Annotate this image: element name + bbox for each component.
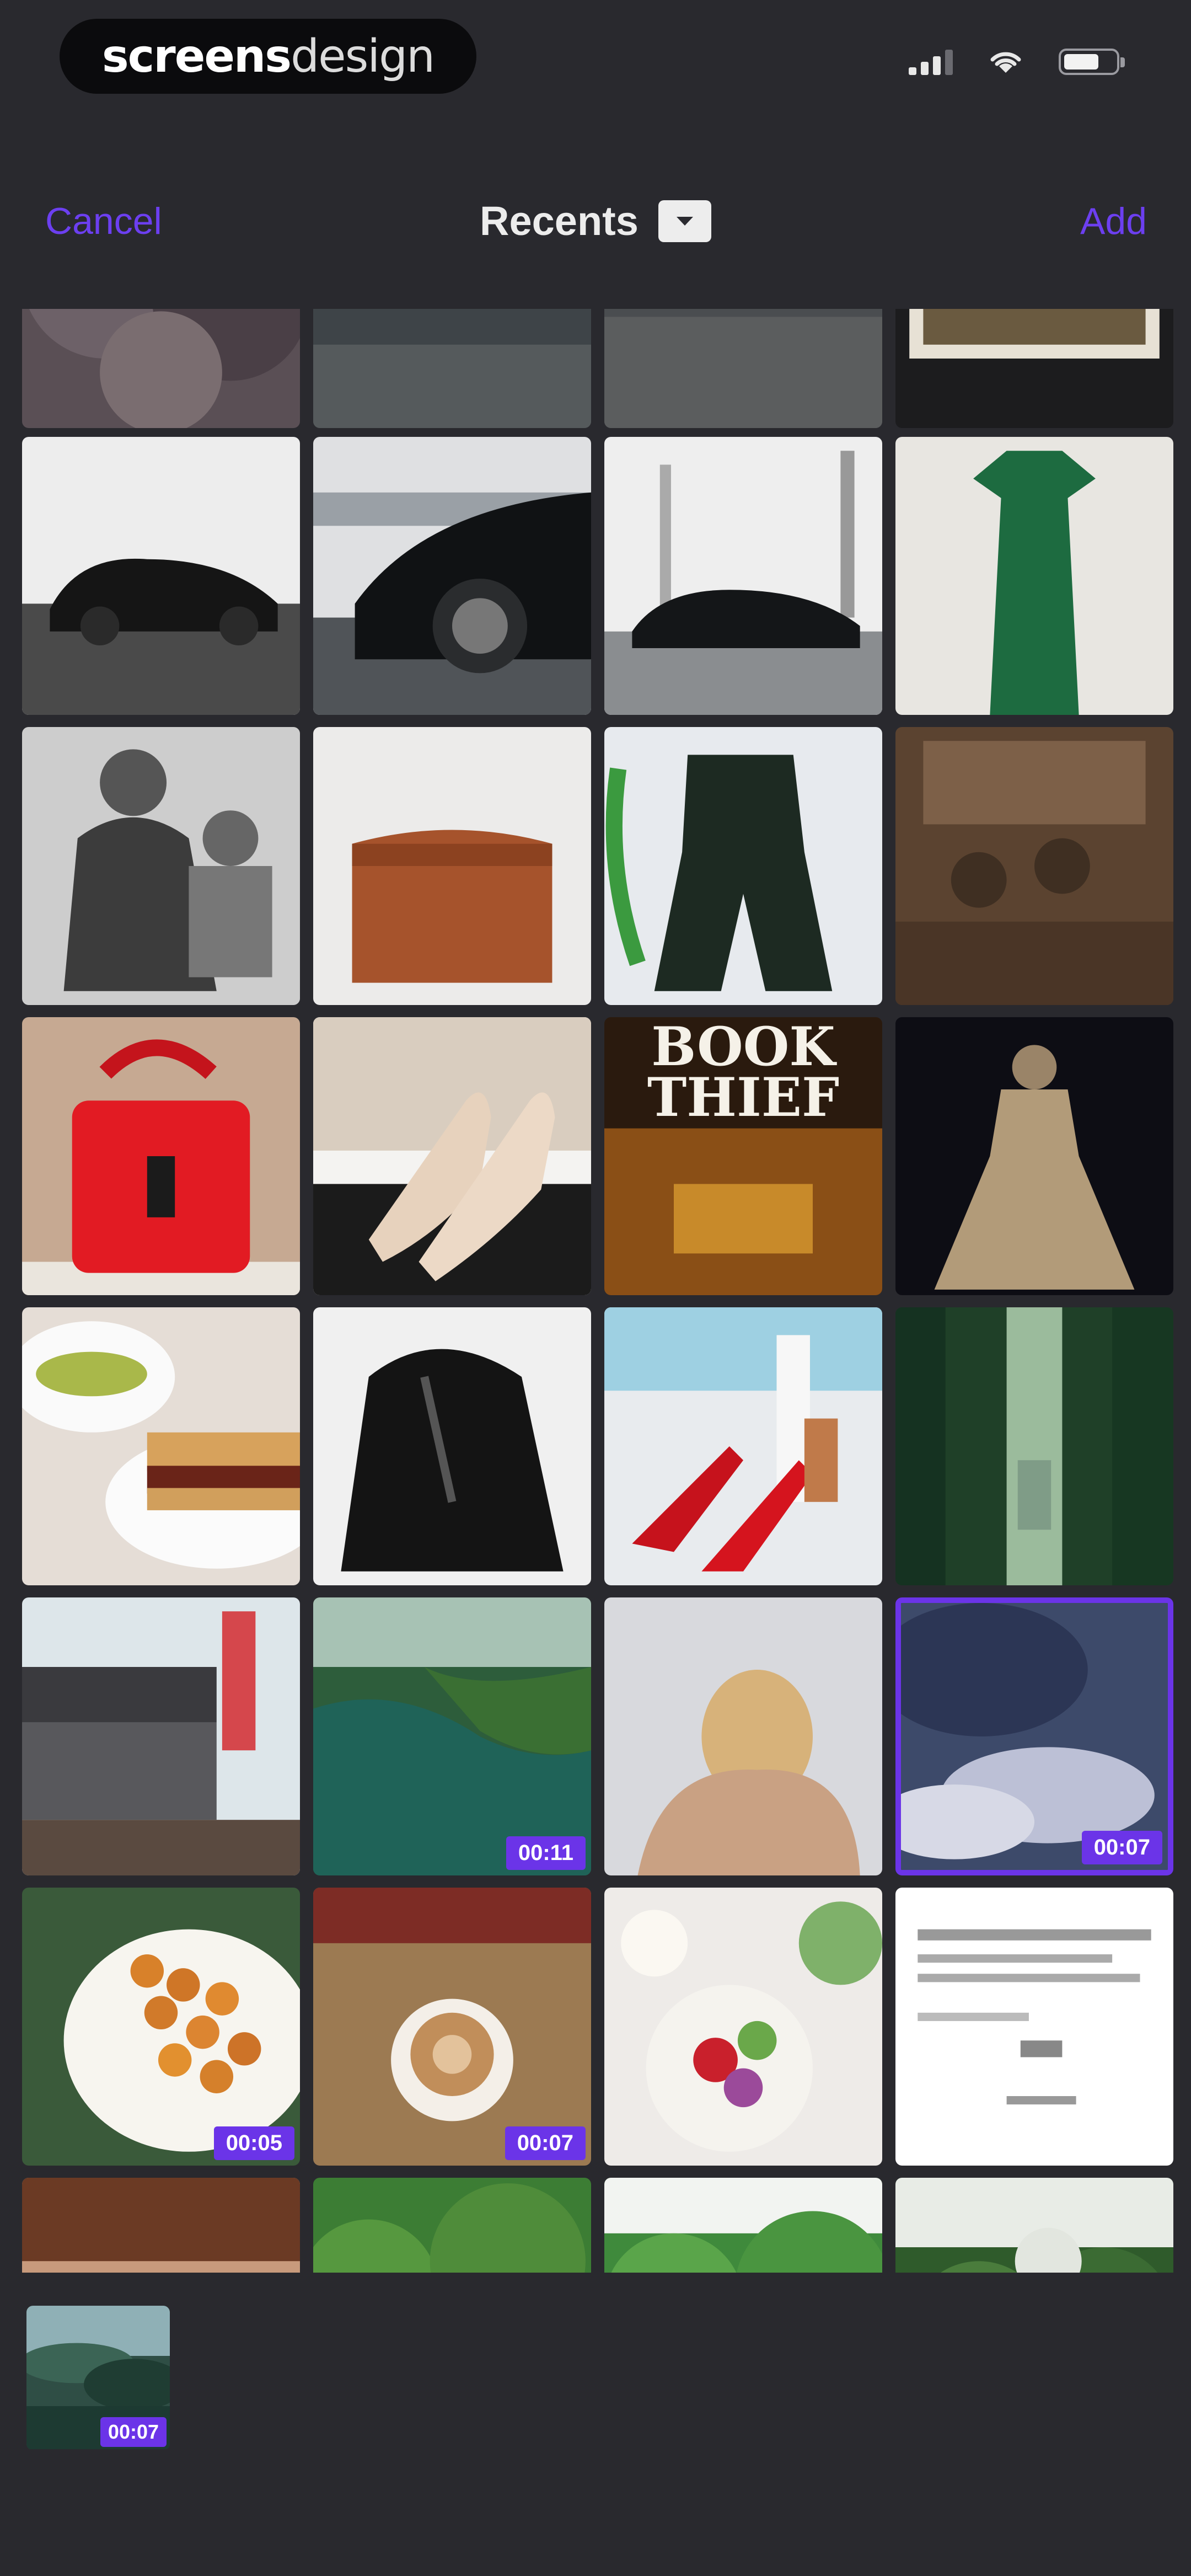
thumbnail-image bbox=[313, 727, 591, 1005]
thumbnail-image bbox=[604, 437, 882, 715]
thumbnail-image bbox=[313, 1888, 591, 2166]
cover-title-line: BOOK bbox=[651, 1017, 835, 1078]
photo-thumbnail[interactable] bbox=[22, 1307, 300, 1585]
photo-thumbnail[interactable] bbox=[22, 2178, 300, 2273]
thumbnail-image bbox=[895, 2178, 1173, 2273]
photo-thumbnail[interactable] bbox=[22, 309, 300, 428]
thumbnail-image bbox=[604, 309, 882, 428]
video-duration-badge: 00:05 bbox=[213, 2126, 294, 2160]
photo-thumbnail[interactable] bbox=[22, 437, 300, 715]
chevron-down-icon[interactable] bbox=[658, 200, 711, 242]
video-duration-badge: 00:07 bbox=[505, 2126, 586, 2160]
thumbnail-image bbox=[895, 1307, 1173, 1585]
video-duration-badge: 00:11 bbox=[506, 1836, 586, 1870]
photo-thumbnail[interactable] bbox=[313, 1307, 591, 1585]
thumbnail-image bbox=[22, 1888, 300, 2166]
thumbnail-image bbox=[895, 727, 1173, 1005]
nav-bar: Cancel Recents Add bbox=[0, 165, 1191, 281]
thumbnail-image bbox=[22, 1597, 300, 1875]
thumbnail-image bbox=[313, 1017, 591, 1295]
thumbnail-image bbox=[604, 1888, 882, 2166]
brand-text: screensdesign bbox=[101, 30, 435, 83]
photo-thumbnail[interactable]: BOOK THIEF bbox=[604, 1017, 882, 1295]
thumbnail-image bbox=[895, 437, 1173, 715]
thumbnail-image bbox=[22, 437, 300, 715]
cover-title-text: BOOK THIEF bbox=[604, 1017, 882, 1129]
photo-thumbnail[interactable] bbox=[604, 727, 882, 1005]
photo-thumbnail[interactable]: 00:11 bbox=[313, 1597, 591, 1875]
thumbnail-image bbox=[22, 1017, 300, 1295]
photo-thumbnail[interactable] bbox=[22, 1017, 300, 1295]
thumbnail-image bbox=[895, 1017, 1173, 1295]
album-selector[interactable]: Recents bbox=[0, 197, 1191, 244]
photo-thumbnail[interactable] bbox=[313, 437, 591, 715]
photo-thumbnail[interactable]: 00:05 bbox=[22, 1888, 300, 2166]
photo-thumbnail[interactable] bbox=[604, 437, 882, 715]
thumbnail-image bbox=[604, 2178, 882, 2273]
thumbnail-image bbox=[901, 1603, 1168, 1870]
thumbnail-image bbox=[895, 1888, 1173, 2166]
photo-thumbnail[interactable] bbox=[22, 727, 300, 1005]
thumbnail-image bbox=[604, 1307, 882, 1585]
photo-thumbnail[interactable] bbox=[22, 1597, 300, 1875]
thumbnail-image bbox=[895, 309, 1173, 428]
photo-picker-screen: screensdesign Cancel Recents Add BOOK THI… bbox=[0, 0, 1191, 2576]
photo-thumbnail[interactable] bbox=[313, 2178, 591, 2273]
photo-thumbnail[interactable] bbox=[604, 2178, 882, 2273]
thumbnail-image bbox=[313, 1597, 591, 1875]
status-icons bbox=[909, 49, 1125, 75]
photo-thumbnail[interactable]: 00:07 bbox=[895, 1597, 1173, 1875]
photo-thumbnail[interactable] bbox=[313, 309, 591, 428]
photo-thumbnail[interactable]: 00:07 bbox=[313, 1888, 591, 2166]
photo-thumbnail[interactable] bbox=[604, 309, 882, 428]
battery-icon bbox=[1059, 49, 1125, 75]
photo-thumbnail[interactable] bbox=[895, 437, 1173, 715]
status-bar: screensdesign bbox=[0, 0, 1191, 132]
add-button[interactable]: Add bbox=[1080, 200, 1147, 243]
photo-thumbnail[interactable] bbox=[604, 1597, 882, 1875]
video-duration-badge: 00:07 bbox=[1081, 1831, 1162, 1864]
album-title: Recents bbox=[480, 198, 639, 244]
cover-title-line: THIEF bbox=[647, 1066, 840, 1129]
photo-thumbnail[interactable] bbox=[313, 1017, 591, 1295]
thumbnail-image bbox=[22, 309, 300, 428]
thumbnail-image bbox=[22, 1307, 300, 1585]
video-duration-badge: 00:07 bbox=[100, 2417, 167, 2447]
photo-grid: BOOK THIEF 00:11 00:07 00:05 00:07 bbox=[0, 309, 1191, 2273]
photo-thumbnail[interactable] bbox=[895, 1307, 1173, 1585]
photo-thumbnail[interactable] bbox=[895, 727, 1173, 1005]
thumbnail-image bbox=[604, 1597, 882, 1875]
photo-thumbnail[interactable] bbox=[604, 1307, 882, 1585]
thumbnail-image bbox=[22, 727, 300, 1005]
thumbnail-image bbox=[313, 1307, 591, 1585]
photo-thumbnail[interactable] bbox=[895, 309, 1173, 428]
photo-thumbnail[interactable] bbox=[895, 1888, 1173, 2166]
photo-thumbnail[interactable] bbox=[313, 727, 591, 1005]
thumbnail-image bbox=[313, 309, 591, 428]
photo-thumbnail[interactable] bbox=[895, 2178, 1173, 2273]
photo-thumbnail[interactable] bbox=[895, 1017, 1173, 1295]
photo-thumbnail[interactable]: 00:07 bbox=[26, 2306, 170, 2450]
thumbnail-image bbox=[604, 727, 882, 1005]
brand-logo: screensdesign bbox=[60, 19, 476, 94]
wifi-icon bbox=[990, 52, 1021, 73]
thumbnail-image bbox=[22, 2178, 300, 2273]
signal-icon bbox=[909, 49, 953, 75]
photo-thumbnail[interactable] bbox=[604, 1888, 882, 2166]
thumbnail-image bbox=[313, 437, 591, 715]
thumbnail-image bbox=[313, 2178, 591, 2273]
